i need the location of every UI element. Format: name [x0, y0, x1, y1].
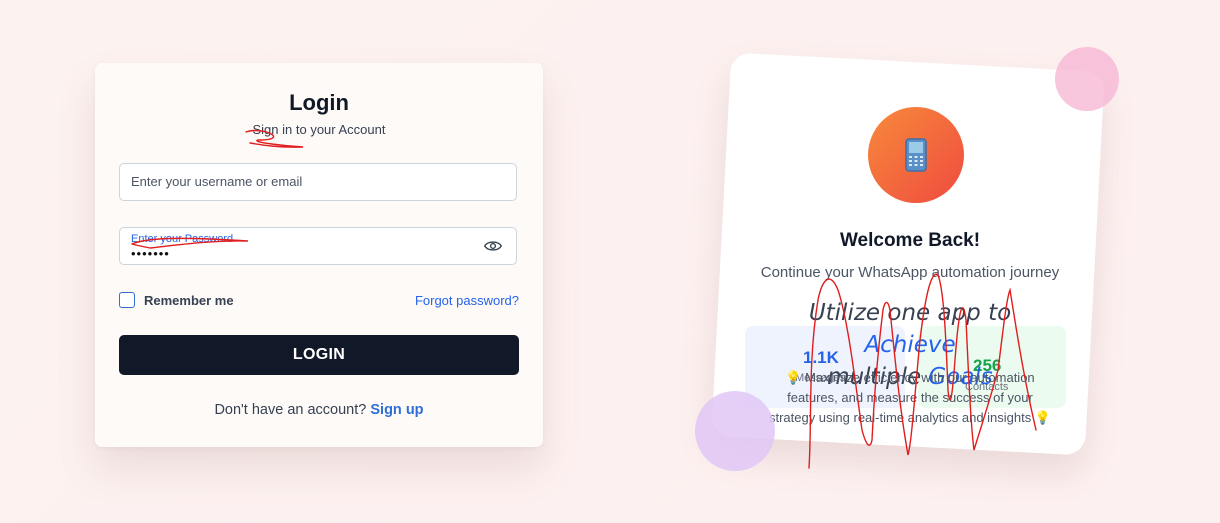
signup-prompt: Don't have an account?	[214, 402, 367, 418]
login-card: Login Sign in to your Account Enter your…	[95, 63, 543, 447]
headline-text: Utilize one app to	[808, 300, 1012, 326]
remember-me[interactable]: Remember me	[119, 292, 234, 308]
mobile-phone-icon	[905, 138, 927, 172]
login-button[interactable]: LOGIN	[119, 335, 519, 375]
username-input[interactable]	[131, 174, 461, 189]
username-field[interactable]	[119, 163, 517, 201]
password-input[interactable]: •••••••	[131, 246, 170, 261]
signup-row: Don't have an account? Sign up	[95, 402, 543, 418]
remember-checkbox[interactable]	[119, 292, 135, 308]
welcome-title: Welcome Back!	[839, 230, 981, 251]
login-subtitle: Sign in to your Account	[252, 122, 386, 137]
decorative-bubble	[1055, 47, 1119, 111]
signup-link[interactable]: Sign up	[370, 402, 423, 418]
login-title: Login	[289, 90, 349, 115]
headline-highlight: Achieve	[864, 332, 956, 358]
app-logo	[868, 107, 964, 203]
password-label: Enter your Password	[131, 233, 234, 245]
description: 💡 Maximize efficiency with our automatio…	[768, 370, 1052, 425]
decorative-bubble	[695, 391, 775, 471]
forgot-password-link[interactable]: Forgot password?	[415, 293, 519, 308]
eye-icon[interactable]	[484, 239, 502, 253]
remember-label: Remember me	[144, 292, 234, 308]
password-field[interactable]: Enter your Password •••••••	[119, 227, 517, 265]
welcome-subtitle: Continue your WhatsApp automation journe…	[760, 264, 1060, 281]
